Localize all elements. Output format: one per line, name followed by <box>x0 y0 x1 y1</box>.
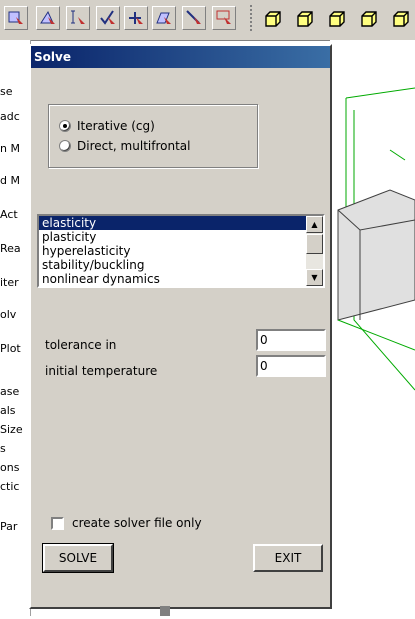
solver-method-group: Iterative (cg) Direct, multifrontal <box>48 104 258 168</box>
model-tree-panel: se adc n M d M Act Rea iter olv Plot ase… <box>0 40 31 616</box>
tree-item[interactable]: als <box>0 404 16 417</box>
analysis-type-list[interactable]: elasticity plasticity hyperelasticity st… <box>37 214 325 288</box>
tree-item[interactable]: iter <box>0 276 19 289</box>
tree-item[interactable]: olv <box>0 308 16 321</box>
radio-iterative[interactable]: Iterative (cg) <box>59 119 155 133</box>
radio-button[interactable] <box>59 120 71 132</box>
initial-temperature-label: initial temperature <box>45 364 158 378</box>
tree-item[interactable]: Act <box>0 208 18 221</box>
tolerance-label: tolerance in <box>45 338 117 352</box>
dialog-title[interactable]: Solve <box>31 46 330 68</box>
radio-label: Iterative (cg) <box>77 119 155 133</box>
tree-item[interactable]: ons <box>0 461 19 474</box>
model-viewport[interactable] <box>330 40 415 616</box>
select-box-icon[interactable] <box>212 6 236 30</box>
tree-item[interactable]: Plot <box>0 342 21 355</box>
select-cross-icon[interactable] <box>124 6 148 30</box>
toolbar-separator <box>250 5 252 33</box>
view-iso-icon[interactable] <box>356 6 382 32</box>
list-item[interactable]: plasticity <box>39 230 323 244</box>
solve-dialog: Solve Iterative (cg) Direct, multifronta… <box>29 44 332 609</box>
select-elements-icon[interactable] <box>4 6 28 30</box>
select-check-icon[interactable] <box>96 6 120 30</box>
initial-temperature-input[interactable] <box>256 355 326 377</box>
radio-direct[interactable]: Direct, multifrontal <box>59 139 190 153</box>
tree-item[interactable]: Rea <box>0 242 21 255</box>
mesh-drawing <box>337 87 415 391</box>
tree-item[interactable]: Size <box>0 423 23 436</box>
tolerance-input[interactable] <box>256 329 326 351</box>
scroll-up-icon[interactable]: ▲ <box>306 216 323 233</box>
tree-item[interactable]: se <box>0 85 13 98</box>
scroll-thumb[interactable] <box>306 234 323 254</box>
select-edges-icon[interactable] <box>66 6 90 30</box>
radio-button[interactable] <box>59 140 71 152</box>
select-solid-icon[interactable] <box>152 6 176 30</box>
view-top-icon[interactable] <box>292 6 318 32</box>
create-solver-file-option[interactable]: create solver file only <box>51 516 202 530</box>
tree-item[interactable]: adc <box>0 110 20 123</box>
view-side-icon[interactable] <box>324 6 350 32</box>
main-toolbar <box>0 0 415 41</box>
select-points-icon[interactable] <box>182 6 206 30</box>
tree-item[interactable]: d M <box>0 174 20 187</box>
tree-item[interactable]: Par <box>0 520 17 533</box>
tree-item[interactable]: s <box>0 442 6 455</box>
splitter-grip[interactable] <box>160 606 170 616</box>
list-item[interactable]: hyperelasticity <box>39 244 323 258</box>
select-faces-icon[interactable] <box>36 6 60 30</box>
view-back-icon[interactable] <box>388 6 414 32</box>
tree-item[interactable]: ase <box>0 385 19 398</box>
exit-button[interactable]: EXIT <box>253 544 323 572</box>
view-front-icon[interactable] <box>260 6 286 32</box>
solve-button[interactable]: SOLVE <box>42 543 114 573</box>
checkbox-label: create solver file only <box>72 516 202 530</box>
create-solver-file-checkbox[interactable] <box>51 516 64 530</box>
scroll-down-icon[interactable]: ▼ <box>306 269 323 286</box>
list-item[interactable]: nonlinear dynamics <box>39 272 323 286</box>
radio-label: Direct, multifrontal <box>77 139 191 153</box>
list-item[interactable]: elasticity <box>39 216 323 230</box>
list-item[interactable]: stability/buckling <box>39 258 323 272</box>
tree-item[interactable]: ctic <box>0 480 19 493</box>
list-scrollbar[interactable]: ▲ ▼ <box>306 216 323 286</box>
tree-item[interactable]: n M <box>0 142 20 155</box>
